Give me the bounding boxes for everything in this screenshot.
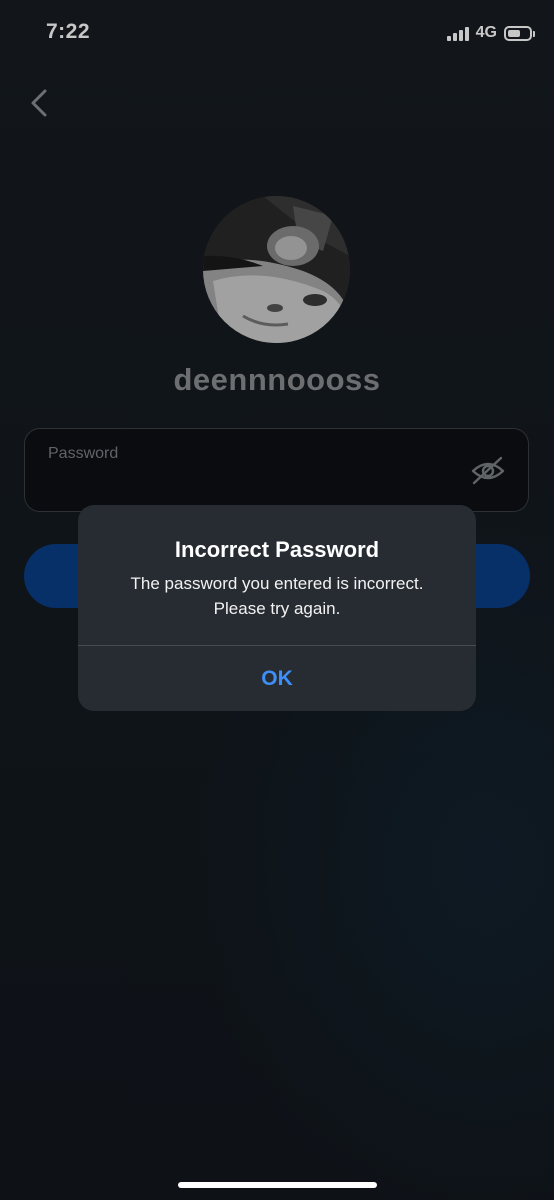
alert-message-line-1: The password you entered is incorrect.	[130, 574, 424, 593]
alert-title: Incorrect Password	[174, 537, 380, 562]
home-indicator[interactable]	[178, 1182, 377, 1188]
ok-button[interactable]: OK	[78, 646, 476, 711]
incorrect-password-alert: Incorrect Password The password you ente…	[78, 505, 476, 711]
alert-message: The password you entered is incorrect. P…	[78, 571, 476, 621]
alert-message-line-2: Please try again.	[213, 599, 341, 618]
